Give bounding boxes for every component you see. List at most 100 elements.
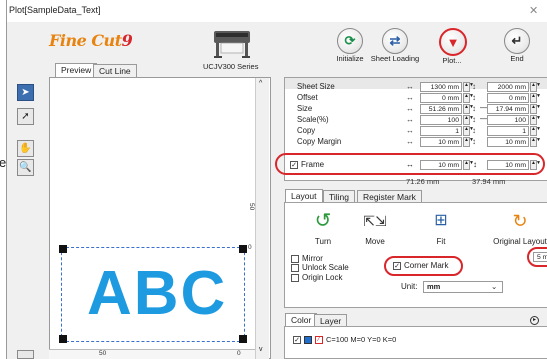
- property-y-spin[interactable]: ▲▼: [530, 137, 541, 147]
- fit-button[interactable]: ⊞ Fit: [419, 210, 463, 246]
- property-label: Scale(%): [297, 115, 329, 124]
- hand-icon[interactable]: ✋: [17, 140, 34, 157]
- property-x-spin[interactable]: ▲▼: [463, 104, 474, 114]
- vertical-arrow-icon: ↕: [472, 104, 476, 113]
- property-y-field[interactable]: 2000 mm: [487, 82, 529, 92]
- extra-tool-icon[interactable]: [17, 350, 34, 359]
- vertical-arrow-icon: ↕: [472, 115, 476, 124]
- property-y-field[interactable]: 100: [487, 115, 529, 125]
- horizontal-arrow-icon: ↔: [406, 137, 414, 146]
- property-y-spin[interactable]: ▲▼: [530, 93, 541, 103]
- scroll-down-icon[interactable]: v: [259, 346, 263, 353]
- property-label: Size: [297, 104, 313, 113]
- property-y-field[interactable]: 1: [487, 126, 529, 136]
- property-x-spin[interactable]: ▲▼: [463, 126, 474, 136]
- property-x-field[interactable]: 51.26 mm: [420, 104, 462, 114]
- zoom-icon[interactable]: 🔍: [17, 159, 34, 176]
- frame-checkbox[interactable]: ✓: [290, 160, 298, 169]
- property-y-field[interactable]: 10 mm: [487, 137, 529, 147]
- property-label: Copy: [297, 126, 316, 135]
- frame-y-spin[interactable]: ▲▼: [530, 160, 541, 170]
- move-icon: ⇱⇲: [363, 213, 387, 229]
- chevron-down-icon: ⌄: [491, 282, 498, 291]
- turn-button[interactable]: ↺ Turn: [301, 210, 345, 246]
- property-x-field[interactable]: 10 mm: [420, 137, 462, 147]
- unlock-scale-option[interactable]: Unlock Scale: [291, 263, 349, 272]
- frame-y-field[interactable]: 10 mm: [487, 160, 529, 170]
- color-visible-checkbox[interactable]: ✓: [293, 335, 301, 344]
- original-layout-label: Original Layout: [493, 237, 547, 246]
- property-y-spin[interactable]: ▲▼: [530, 115, 541, 125]
- tab-preview-label: Preview: [61, 65, 92, 75]
- corner-mark-size-field[interactable]: 5 mm: [533, 252, 547, 262]
- frame-checkbox-row[interactable]: ✓ Frame: [290, 160, 324, 169]
- tab-layer-label: Layer: [320, 316, 342, 326]
- tab-cut-line[interactable]: Cut Line: [93, 64, 137, 78]
- property-x-spin[interactable]: ▲▼: [463, 137, 474, 147]
- horizontal-arrow-icon: ↔: [406, 82, 414, 91]
- vertical-ruler-zero: 0: [248, 244, 252, 251]
- origin-lock-checkbox[interactable]: [291, 273, 299, 282]
- tab-cut-line-label: Cut Line: [99, 66, 131, 76]
- original-layout-button[interactable]: ↻ Original Layout: [485, 210, 547, 246]
- vertical-ruler-label: 50: [248, 203, 255, 211]
- corner-mark-option[interactable]: ✓ Corner Mark: [393, 261, 448, 270]
- close-icon[interactable]: ✕: [529, 4, 538, 17]
- tab-color-label: Color: [291, 315, 312, 325]
- window-title: Plot[SampleData_Text]: [9, 5, 101, 15]
- frame-size-width: 71.26 mm: [406, 177, 440, 186]
- property-x-field[interactable]: 1: [420, 126, 462, 136]
- property-y-spin[interactable]: ▲▼: [530, 104, 541, 114]
- move-button[interactable]: ⇱⇲ Move: [353, 210, 397, 246]
- vertical-scrollbar[interactable]: ^ v: [255, 78, 269, 359]
- vertical-arrow-icon: ↕: [472, 82, 476, 91]
- ruler-h-50: 50: [99, 350, 107, 357]
- property-y-spin[interactable]: ▲▼: [530, 126, 541, 136]
- move-label: Move: [365, 237, 385, 246]
- select-arrow-icon[interactable]: ➤: [17, 84, 34, 101]
- property-y-field[interactable]: 0 mm: [487, 93, 529, 103]
- frame-x-spin[interactable]: ▲▼: [463, 160, 474, 170]
- property-row: Offset ↔ 0 mm ▲▼ ↕ 0 mm ▲▼: [284, 93, 547, 104]
- property-x-field[interactable]: 0 mm: [420, 93, 462, 103]
- tab-preview[interactable]: Preview: [55, 63, 98, 78]
- end-button[interactable]: ↵ End: [482, 28, 547, 63]
- scroll-up-icon[interactable]: ^: [259, 80, 262, 87]
- color-row[interactable]: ✓ ⁄ C=100 M=0 Y=0 K=0: [293, 335, 396, 344]
- corner-mark-top-left: [59, 245, 67, 253]
- color-panel: ✓ ⁄ C=100 M=0 Y=0 K=0: [284, 326, 547, 359]
- origin-lock-option[interactable]: Origin Lock: [291, 273, 342, 282]
- property-x-spin[interactable]: ▲▼: [463, 82, 474, 92]
- tab-register-mark-label: Register Mark: [363, 192, 416, 202]
- property-row: Scale(%) ↔ 100 ▲▼ ↕ —100 ▲▼: [284, 114, 547, 126]
- panel-toggle-icon[interactable]: ▸: [530, 316, 539, 325]
- unlock-scale-label: Unlock Scale: [302, 263, 349, 272]
- property-y-field[interactable]: 17.94 mm: [487, 104, 529, 114]
- tab-tiling-label: Tiling: [329, 192, 349, 202]
- tool-palette: ➤ ➚ ✋ 🔍: [7, 78, 43, 359]
- preview-text-object[interactable]: ABC: [87, 258, 227, 329]
- horizontal-arrow-icon: ↔: [406, 126, 414, 135]
- property-x-spin[interactable]: ▲▼: [463, 93, 474, 103]
- color-swatch: [304, 335, 312, 344]
- corner-mark-checkbox[interactable]: ✓: [393, 261, 401, 270]
- property-y-spin[interactable]: ▲▼: [530, 82, 541, 92]
- property-x-spin[interactable]: ▲▼: [463, 115, 474, 125]
- pointer-icon[interactable]: ➚: [17, 108, 34, 125]
- printer-icon: [214, 31, 250, 58]
- property-x-field[interactable]: 1300 mm: [420, 82, 462, 92]
- unit-value: mm: [427, 282, 441, 291]
- mirror-checkbox[interactable]: [291, 254, 299, 263]
- plot-button[interactable]: ▼ Plot...: [417, 28, 487, 65]
- property-x-field[interactable]: 100: [420, 115, 462, 125]
- unlock-scale-checkbox[interactable]: [291, 263, 299, 272]
- ruler-h-0: 0: [237, 350, 241, 357]
- color-edit-icon[interactable]: ⁄: [315, 335, 323, 344]
- plot-window: Plot[SampleData_Text] ✕ Fine Cut9 Previe…: [6, 0, 547, 359]
- unit-label: Unit:: [401, 282, 418, 291]
- frame-x-field[interactable]: 10 mm: [420, 160, 462, 170]
- corner-mark-bottom-left: [59, 335, 67, 343]
- sheet-loading-icon: ⇄: [382, 28, 408, 54]
- unit-select[interactable]: mm ⌄: [423, 281, 503, 293]
- mirror-option[interactable]: Mirror: [291, 254, 323, 263]
